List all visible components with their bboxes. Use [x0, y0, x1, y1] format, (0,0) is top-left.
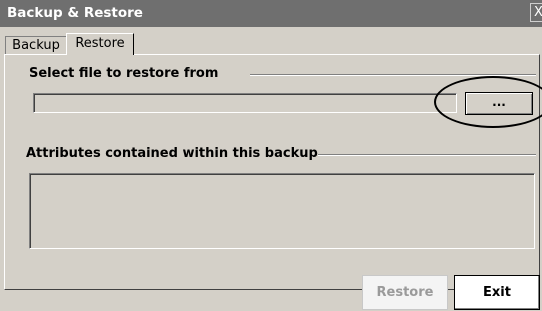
- window-title: Backup & Restore: [7, 5, 143, 21]
- select-file-label: Select file to restore from: [29, 66, 219, 81]
- attributes-label: Attributes contained within this backup: [26, 146, 318, 161]
- group-divider: [318, 154, 536, 156]
- title-bar: Backup & Restore X: [0, 0, 542, 27]
- tab-restore[interactable]: Restore: [66, 33, 134, 55]
- restore-panel: [4, 54, 540, 290]
- backup-restore-window: Backup & Restore X Backup Restore Select…: [0, 0, 542, 311]
- tab-backup[interactable]: Backup: [5, 36, 67, 55]
- attributes-list: [29, 173, 535, 249]
- close-icon[interactable]: X: [530, 3, 542, 22]
- restore-button[interactable]: Restore: [362, 275, 448, 310]
- file-path-field[interactable]: [33, 93, 457, 113]
- group-divider: [250, 74, 536, 76]
- browse-button[interactable]: ...: [465, 92, 533, 115]
- exit-button[interactable]: Exit: [454, 275, 540, 310]
